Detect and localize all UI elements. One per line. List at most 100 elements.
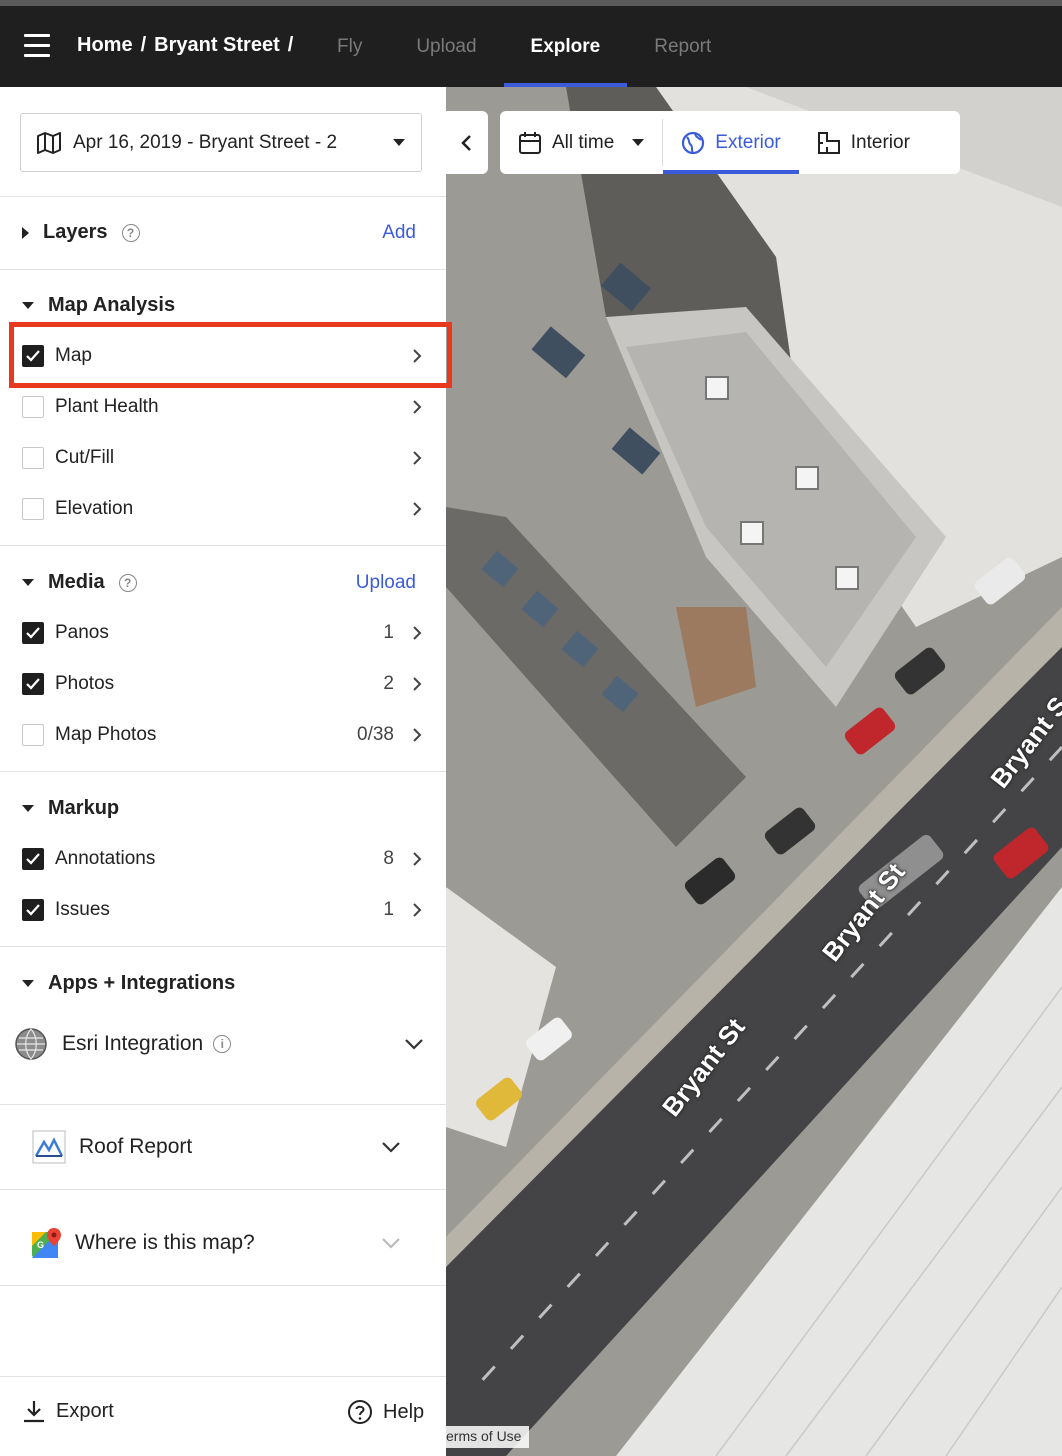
markup-title: Markup	[48, 797, 120, 819]
checkmark-icon	[26, 904, 40, 916]
breadcrumb-home[interactable]: Home	[77, 34, 133, 57]
chevron-right-icon	[413, 451, 422, 465]
media-count: 0/38	[357, 724, 394, 745]
roof-report-row[interactable]: Roof Report	[0, 1127, 446, 1167]
divider	[0, 269, 446, 270]
elevation-checkbox[interactable]	[22, 498, 44, 520]
chevron-down-icon	[405, 1039, 423, 1050]
time-filter-dropdown[interactable]: All time	[500, 111, 662, 174]
apps-section-toggle[interactable]: Apps + Integrations	[22, 972, 235, 995]
chevron-right-icon	[413, 903, 422, 917]
divider	[0, 545, 446, 546]
floorplan-icon	[817, 131, 840, 154]
export-label: Export	[56, 1399, 114, 1422]
annotations-checkbox[interactable]	[22, 848, 44, 870]
caret-right-icon	[22, 226, 29, 239]
breadcrumb-separator: /	[140, 34, 147, 56]
help-button[interactable]: Help	[347, 1399, 424, 1425]
time-filter-label: All time	[552, 131, 615, 153]
media-row-map-photos[interactable]: Map Photos 0/38	[22, 715, 422, 755]
caret-down-icon	[393, 139, 405, 146]
tab-report[interactable]: Report	[627, 6, 738, 87]
sidebar-footer: Export Help	[0, 1376, 446, 1456]
chevron-down-icon	[382, 1238, 400, 1249]
where-is-this-map-row[interactable]: G Where is this map?	[0, 1223, 446, 1263]
svg-text:G: G	[37, 1240, 44, 1250]
layer-row-cut-fill[interactable]: Cut/Fill	[22, 438, 422, 478]
markup-count: 1	[383, 899, 394, 920]
tab-upload[interactable]: Upload	[389, 6, 503, 87]
map-analysis-section-toggle[interactable]: Map Analysis	[22, 294, 175, 317]
checkmark-icon	[26, 627, 40, 639]
markup-row-annotations[interactable]: Annotations 8	[22, 839, 422, 879]
issues-checkbox[interactable]	[22, 899, 44, 921]
aerial-map[interactable]: Bryant St Bryant St Bryant S	[446, 87, 1062, 1456]
caret-down-icon	[22, 579, 34, 586]
media-row-panos[interactable]: Panos 1	[22, 613, 422, 653]
media-section-toggle[interactable]: Media ?	[22, 571, 137, 594]
where-is-this-map-label: Where is this map?	[75, 1231, 255, 1254]
markup-section-toggle[interactable]: Markup	[22, 797, 119, 820]
caret-down-icon	[632, 139, 645, 146]
layer-label: Cut/Fill	[55, 447, 115, 468]
tab-fly[interactable]: Fly	[310, 6, 389, 87]
top-bar: Home / Bryant Street / Fly Upload Explor…	[0, 0, 1062, 87]
aerial-imagery	[446, 87, 1062, 1456]
photos-checkbox[interactable]	[22, 673, 44, 695]
chevron-right-icon	[413, 502, 422, 516]
dataset-label: Apr 16, 2019 - Bryant Street - 2	[73, 131, 338, 153]
menu-icon[interactable]	[24, 34, 50, 58]
exterior-view-button[interactable]: Exterior	[663, 111, 800, 174]
roof-report-logo-icon	[32, 1130, 66, 1164]
google-maps-icon: G	[32, 1228, 61, 1258]
map-analysis-title: Map Analysis	[48, 294, 176, 316]
caret-down-icon	[22, 805, 34, 812]
panos-checkbox[interactable]	[22, 622, 44, 644]
globe-icon	[682, 131, 705, 154]
breadcrumb-project[interactable]: Bryant Street	[154, 34, 280, 57]
chevron-right-icon	[413, 626, 422, 640]
markup-count: 8	[383, 848, 394, 869]
chevron-right-icon	[413, 728, 422, 742]
apps-title: Apps + Integrations	[48, 972, 236, 994]
layer-row-plant-health[interactable]: Plant Health	[22, 387, 422, 427]
tab-explore[interactable]: Explore	[503, 6, 628, 87]
collapse-sidebar-button[interactable]	[446, 111, 488, 174]
layer-row-elevation[interactable]: Elevation	[22, 489, 422, 529]
add-layer-link[interactable]: Add	[382, 222, 416, 244]
export-button[interactable]: Export	[22, 1399, 114, 1423]
main-tabs: Fly Upload Explore Report	[310, 6, 738, 87]
plant-health-checkbox[interactable]	[22, 396, 44, 418]
chevron-down-icon	[382, 1142, 400, 1153]
upload-media-link[interactable]: Upload	[356, 572, 416, 594]
exterior-label: Exterior	[715, 131, 781, 153]
interior-label: Interior	[850, 131, 910, 153]
help-icon[interactable]: ?	[118, 573, 137, 592]
map-photos-checkbox[interactable]	[22, 724, 44, 746]
divider	[0, 1104, 446, 1105]
chevron-right-icon	[413, 677, 422, 691]
chevron-right-icon	[413, 852, 422, 866]
media-count: 2	[383, 673, 394, 694]
media-label: Photos	[55, 673, 115, 694]
esri-integration-label: Esri Integration	[62, 1032, 204, 1055]
terms-of-use-link[interactable]: erms of Use	[446, 1426, 530, 1448]
esri-integration-row[interactable]: Esri Integration i	[0, 1024, 446, 1064]
media-label: Panos	[55, 622, 109, 643]
chevron-left-icon	[461, 134, 471, 151]
download-icon	[24, 1401, 44, 1423]
layer-label: Plant Health	[55, 396, 159, 417]
layers-section-toggle[interactable]: Layers ?	[22, 221, 140, 244]
interior-view-button[interactable]: Interior	[799, 111, 928, 174]
media-row-photos[interactable]: Photos 2	[22, 664, 422, 704]
markup-row-issues[interactable]: Issues 1	[22, 890, 422, 930]
info-icon[interactable]: i	[213, 1035, 232, 1053]
caret-down-icon	[22, 980, 34, 987]
help-icon[interactable]: ?	[121, 223, 140, 242]
esri-globe-icon	[15, 1028, 47, 1060]
dataset-selector[interactable]: Apr 16, 2019 - Bryant Street - 2	[20, 113, 422, 172]
highlight-box	[9, 322, 452, 388]
divider	[0, 1285, 446, 1286]
cut-fill-checkbox[interactable]	[22, 447, 44, 469]
calendar-icon	[519, 131, 541, 154]
